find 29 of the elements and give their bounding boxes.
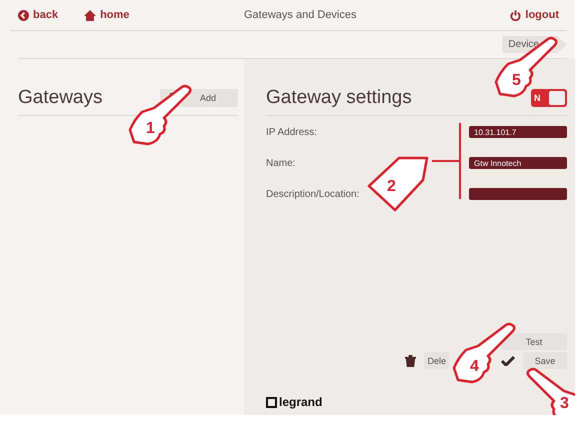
toggle-switch[interactable]: N — [531, 89, 567, 107]
callout-number: 1 — [146, 120, 155, 138]
test-button[interactable]: Test — [501, 333, 567, 350]
panel-title: Gateways — [18, 87, 102, 109]
input-field[interactable]: Gtw Innotech — [469, 157, 567, 169]
check-icon — [501, 356, 515, 366]
pointing-hand-icon — [494, 36, 558, 100]
panel-title: Gateway settings — [266, 87, 412, 109]
callout-number: 3 — [560, 395, 569, 413]
field-label: Name: — [266, 158, 296, 168]
trash-icon — [405, 354, 416, 366]
callout-number: 5 — [512, 72, 521, 90]
back-link[interactable]: back — [18, 9, 58, 21]
home-icon — [84, 10, 96, 20]
save-button[interactable]: Save — [523, 352, 567, 369]
callout-number: 4 — [470, 358, 479, 376]
delete-button[interactable]: Dele — [424, 352, 449, 369]
back-icon — [18, 10, 29, 20]
callout-number: 2 — [387, 178, 396, 196]
input-field[interactable]: 10.31.101.7 — [469, 126, 567, 138]
pointing-hand-icon — [452, 322, 516, 386]
logout-link[interactable]: logout — [510, 9, 559, 21]
field-label: IP Address: — [266, 126, 317, 138]
pointing-hand-icon — [128, 84, 192, 148]
field-label: Description/Location: — [266, 188, 360, 200]
input-field[interactable] — [469, 188, 567, 200]
power-icon — [510, 10, 522, 20]
page-title: Gateways and Devices — [244, 9, 356, 21]
home-link[interactable]: home — [84, 9, 130, 21]
